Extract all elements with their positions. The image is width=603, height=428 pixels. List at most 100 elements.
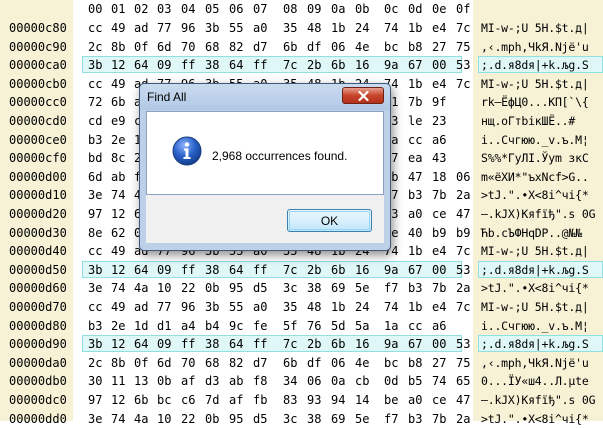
hex-byte[interactable]: 6b [134,393,148,407]
hex-byte[interactable]: cc [88,21,102,35]
hex-byte[interactable]: 18 [432,170,446,184]
hex-byte[interactable]: ab [111,170,125,184]
row-ascii[interactable]: Ѕ%%*ГуЛІ.Ўym зкC [481,151,589,165]
hex-byte[interactable]: 35 [283,300,297,314]
hex-byte[interactable]: 74 [111,281,125,295]
hex-byte[interactable]: 5e [355,412,369,426]
hex-row[interactable]: 00000da0 2c 8b 0f 6d 70 68 82 d7 6b df 06 4e bc b8 27 75… [0,354,603,372]
hex-byte[interactable]: 00 [432,263,446,277]
hex-byte[interactable]: ff [181,58,195,72]
hex-byte[interactable]: b3 [88,319,102,333]
hex-byte[interactable]: 12 [111,393,125,407]
hex-byte[interactable]: 53 [456,263,470,277]
hex-byte[interactable]: 38 [205,58,219,72]
hex-byte[interactable]: c6 [181,393,195,407]
hex-byte[interactable]: ad [134,300,148,314]
hex-byte[interactable]: bd [88,151,102,165]
hex-byte[interactable]: 10 [157,281,171,295]
hex-row[interactable]: 00000d80 b3 2e 1d d1 a4 b4 9c fe 5f 76 5d 5a 1a cc a6 i.… [0,317,603,335]
hex-byte[interactable]: 6d [157,40,171,54]
hex-byte[interactable]: 06 [331,356,345,370]
hex-byte[interactable]: ad [134,21,148,35]
hex-byte[interactable]: fe [253,319,267,333]
hex-byte[interactable]: af [229,393,243,407]
hex-byte[interactable]: 38 [307,281,321,295]
hex-byte[interactable]: 14 [355,393,369,407]
hex-byte[interactable]: a0 [408,207,422,221]
hex-byte[interactable]: 75 [456,356,470,370]
hex-byte[interactable]: 3c [283,281,297,295]
hex-byte[interactable]: f7 [384,281,398,295]
hex-byte[interactable]: ff [253,337,267,351]
hex-byte[interactable]: cc [88,244,102,258]
hex-byte[interactable]: 77 [157,21,171,35]
hex-byte[interactable]: 47 [408,170,422,184]
hex-byte[interactable]: 23 [432,114,446,128]
hex-byte[interactable]: 95 [229,412,243,426]
hex-byte[interactable]: 64 [134,58,148,72]
hex-byte[interactable]: cc [408,133,422,147]
hex-byte[interactable]: 47 [456,207,470,221]
hex-byte[interactable]: 40 [408,226,422,240]
hex-byte[interactable]: 64 [229,263,243,277]
hex-byte[interactable]: b8 [408,40,422,54]
hex-byte[interactable]: 69 [331,281,345,295]
hex-byte[interactable]: 4e [355,40,369,54]
hex-byte[interactable]: 0b [205,412,219,426]
row-ascii[interactable]: Ћb.cЪФHqDP..@№№ [481,226,582,240]
hex-byte[interactable]: 67 [408,337,422,351]
hex-byte[interactable]: 49 [111,77,125,91]
hex-byte[interactable]: 38 [205,263,219,277]
hex-byte[interactable]: e4 [432,77,446,91]
hex-byte[interactable]: b4 [205,319,219,333]
hex-byte[interactable]: 16 [355,263,369,277]
hex-byte[interactable]: 67 [408,58,422,72]
hex-byte[interactable]: 55 [229,300,243,314]
row-ascii[interactable]: i..Cчгюю._v.ъ.M¦ [481,319,589,333]
hex-byte[interactable]: 5d [331,319,345,333]
row-ascii[interactable]: —.kJX)Кяfїђ".s 0G [481,393,596,407]
hex-byte[interactable]: 48 [307,21,321,35]
hex-byte[interactable]: 6d [88,170,102,184]
hex-byte[interactable]: 0b [157,374,171,388]
hex-byte[interactable]: 5e [355,281,369,295]
hex-byte[interactable]: 38 [307,412,321,426]
row-ascii[interactable]: MI-w-;U 5H.$t.д| [481,21,589,35]
hex-byte[interactable]: 22 [181,281,195,295]
hex-byte[interactable]: 2e [111,319,125,333]
hex-byte[interactable]: 2a [456,188,470,202]
hex-byte[interactable]: 27 [432,356,446,370]
hex-byte[interactable]: 7b [432,281,446,295]
hex-byte[interactable]: 74 [111,188,125,202]
hex-byte[interactable]: 16 [355,58,369,72]
hex-byte[interactable]: ff [253,263,267,277]
hex-byte[interactable]: 12 [111,263,125,277]
hex-byte[interactable]: 97 [88,207,102,221]
hex-byte[interactable]: 13 [134,374,148,388]
hex-byte[interactable]: ce [432,207,446,221]
hex-row[interactable]: 00000dd0 3e 74 4a 10 22 0b 95 d5 3c 38 69 5e f7 b3 7b 2a… [0,410,603,428]
hex-byte[interactable]: 24 [355,300,369,314]
hex-byte[interactable]: 65 [456,374,470,388]
hex-byte[interactable]: d1 [157,319,171,333]
hex-byte[interactable]: df [307,356,321,370]
hex-byte[interactable]: 09 [157,337,171,351]
hex-byte[interactable]: 94 [331,393,345,407]
hex-byte[interactable]: e4 [432,300,446,314]
hex-byte[interactable]: 74 [384,21,398,35]
hex-byte[interactable]: 7c [283,58,297,72]
hex-byte[interactable]: 7b [432,188,446,202]
hex-byte[interactable]: 62 [111,226,125,240]
hex-byte[interactable]: ff [181,263,195,277]
hex-byte[interactable]: ab [229,374,243,388]
hex-byte[interactable]: 6b [331,263,345,277]
hex-byte[interactable]: 96 [181,300,195,314]
hex-byte[interactable]: 12 [111,337,125,351]
hex-byte[interactable]: ce [432,393,446,407]
hex-byte[interactable]: e4 [432,244,446,258]
hex-byte[interactable]: 4a [134,412,148,426]
hex-byte[interactable]: 24 [355,21,369,35]
hex-byte[interactable]: 10 [157,412,171,426]
row-ascii[interactable]: ,‹.mph,ЧkЯ.Njё'u [481,356,589,370]
hex-byte[interactable]: cc [408,319,422,333]
